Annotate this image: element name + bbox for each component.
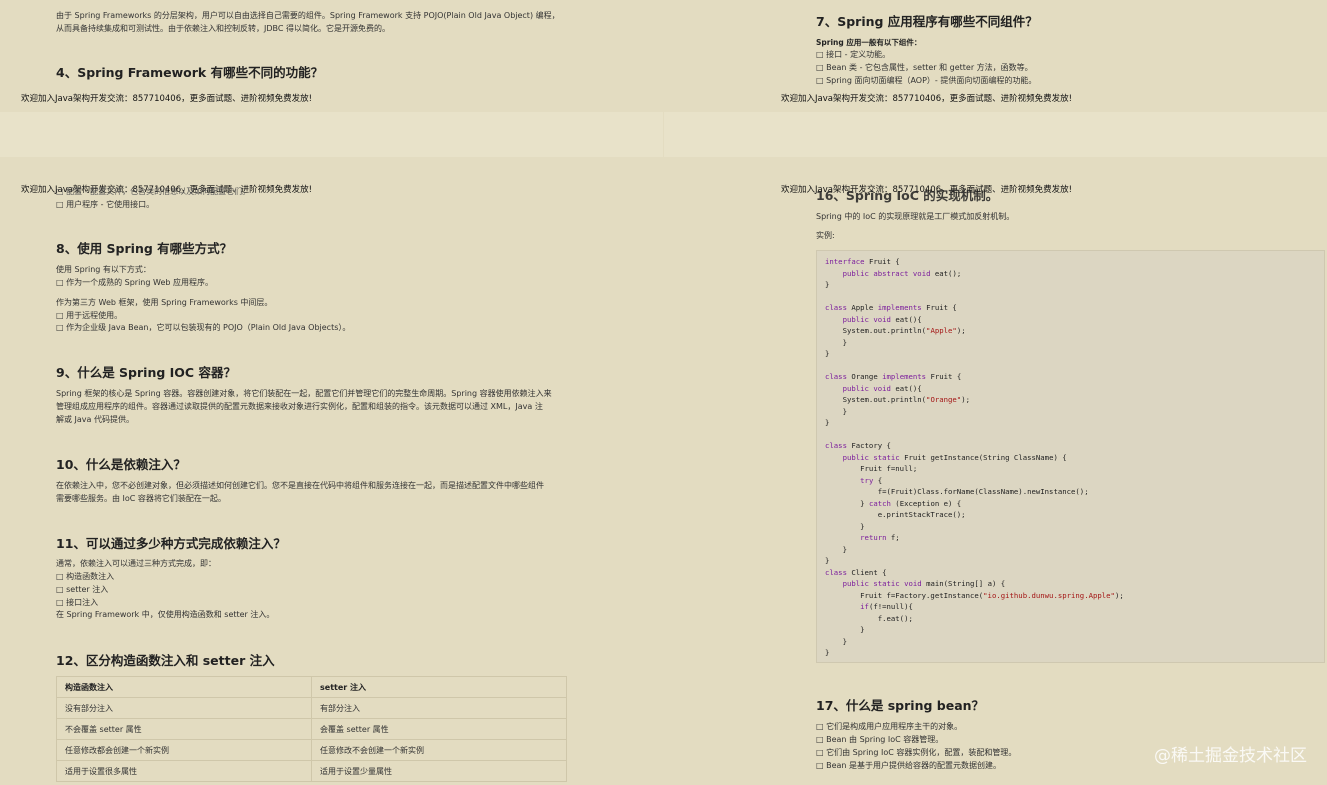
s7-line: □ Spring 面向切面编程（AOP）- 提供面向切面编程的功能。 (816, 76, 1037, 85)
right-document-column: 7、Spring 应用程序有哪些不同组件？ Spring 应用一般有以下组件： … (664, 0, 1327, 785)
table-header-row: 构造函数注入 setter 注入 (56, 676, 567, 698)
heading-8: 8、使用 Spring 有哪些方式？ (56, 241, 233, 256)
heading-17: 17、什么是 spring bean？ (816, 698, 985, 713)
heading-7: 7、Spring 应用程序有哪些不同组件？ (816, 14, 1038, 29)
table-header-cell: setter 注入 (311, 676, 567, 698)
table-cell: 任意修改不会创建一个新实例 (311, 739, 567, 761)
s7-line: □ 接口 - 定义功能。 (816, 50, 891, 59)
table-row: 任意修改都会创建一个新实例 任意修改不会创建一个新实例 (56, 739, 567, 761)
s11-line: 在 Spring Framework 中，仅使用构造函数和 setter 注入。 (56, 610, 275, 619)
heading-10: 10、什么是依赖注入？ (56, 457, 186, 472)
s17-line: □ Bean 是基于用户提供给容器的配置元数据创建。 (816, 761, 1002, 770)
heading-9: 9、什么是 Spring IOC 容器？ (56, 365, 236, 380)
s8-line: 使用 Spring 有以下方式： (56, 265, 151, 274)
heading-4: 4、Spring Framework 有哪些不同的功能？ (56, 65, 324, 80)
code-block: interface Fruit { public abstract void e… (816, 250, 1325, 663)
table-cell: 会覆盖 setter 属性 (311, 718, 567, 740)
promo-footer-text: 欢迎加入Java架构开发交流：857710406，更多面试题、进阶视频免费发放! (21, 94, 313, 104)
table-cell: 适用于设置少量属性 (311, 760, 567, 782)
code-text: interface Fruit { public abstract void e… (825, 257, 1124, 657)
left-document-column: 由于 Spring Frameworks 的分层架构，用户可以自由选择自己需要的… (0, 0, 663, 785)
s9-line: 管理组成应用程序的组件。容器通过读取提供的配置元数据来接收对象进行实例化，配置和… (56, 402, 543, 411)
table-cell: 没有部分注入 (56, 697, 312, 719)
table-row: 没有部分注入 有部分注入 (56, 697, 567, 719)
s11-line: □ setter 注入 (56, 585, 109, 594)
s11-line: □ 构造函数注入 (56, 572, 115, 581)
table-header-cell: 构造函数注入 (56, 676, 312, 698)
s10-line: 需要哪些服务。由 IoC 容器将它们装配在一起。 (56, 494, 226, 503)
heading-11: 11、可以通过多少种方式完成依赖注入？ (56, 536, 286, 551)
config-line-overlapped: □ 配置 - 配置文件，包含类的信息以及如何配置它们。 (56, 187, 251, 196)
intro-paragraph-line-1: 由于 Spring Frameworks 的分层架构，用户可以自由选择自己需要的… (56, 11, 560, 20)
s9-line: Spring 框架的核心是 Spring 容器。容器创建对象，将它们装配在一起，… (56, 389, 552, 398)
intro-paragraph-line-2: 从而具备持续集成和可测试性。由于依赖注入和控制反转，JDBC 得以简化。它是开源… (56, 24, 390, 33)
heading-16: 16、Spring IoC 的实现机制。 (816, 188, 999, 203)
s8-line: 作为第三方 Web 框架，使用 Spring Frameworks 中间层。 (56, 298, 273, 307)
promo-footer-text: 欢迎加入Java架构开发交流：857710406，更多面试题、进阶视频免费发放! (781, 94, 1073, 104)
s9-line: 解或 Java 代码提供。 (56, 415, 134, 424)
s17-line: □ Bean 由 Spring IoC 容器管理。 (816, 735, 944, 744)
s17-line: □ 它们是构成用户应用程序主干的对象。 (816, 722, 963, 731)
s10-line: 在依赖注入中，您不必创建对象，但必须描述如何创建它们。您不是直接在代码中将组件和… (56, 481, 544, 490)
table-cell: 适用于设置很多属性 (56, 760, 312, 782)
injection-comparison-table: 构造函数注入 setter 注入 没有部分注入 有部分注入 不会覆盖 sette… (56, 676, 567, 782)
page-break-band (664, 112, 1327, 157)
s16-desc: Spring 中的 IoC 的实现原理就是工厂模式加反射机制。 (816, 212, 1015, 221)
s7-title: Spring 应用一般有以下组件： (816, 38, 922, 47)
table-cell: 任意修改都会创建一个新实例 (56, 739, 312, 761)
s17-line: □ 它们由 Spring IoC 容器实例化，配置，装配和管理。 (816, 748, 1017, 757)
table-row: 适用于设置很多属性 适用于设置少量属性 (56, 760, 567, 782)
s16-example-label: 实例: (816, 231, 835, 240)
user-program-line: □ 用户程序 - 它使用接口。 (56, 200, 155, 209)
s7-line: □ Bean 类 - 它包含属性，setter 和 getter 方法，函数等。 (816, 63, 1033, 72)
page-break-band (0, 112, 663, 157)
table-cell: 有部分注入 (311, 697, 567, 719)
watermark: @稀土掘金技术社区 (1154, 746, 1307, 766)
heading-12: 12、区分构造函数注入和 setter 注入 (56, 653, 275, 668)
table-cell: 不会覆盖 setter 属性 (56, 718, 312, 740)
s11-line: 通常，依赖注入可以通过三种方式完成，即： (56, 559, 216, 568)
s8-line: □ 作为企业级 Java Bean，它可以包装现有的 POJO（Plain Ol… (56, 323, 351, 332)
s8-line: □ 作为一个成熟的 Spring Web 应用程序。 (56, 278, 213, 287)
table-row: 不会覆盖 setter 属性 会覆盖 setter 属性 (56, 718, 567, 740)
